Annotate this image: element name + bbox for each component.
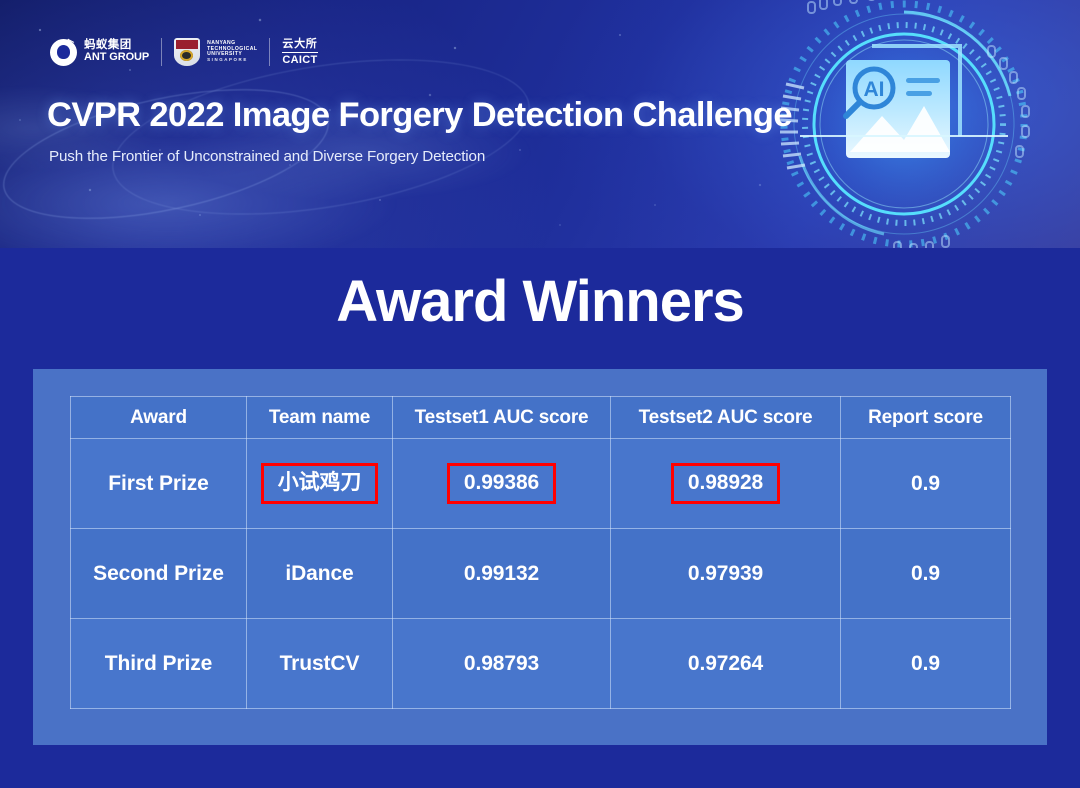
cell-team-first: 小试鸡刀 bbox=[246, 438, 393, 529]
caict-logo: 云大所 CAICT bbox=[282, 38, 318, 66]
logo-divider-1 bbox=[161, 38, 163, 66]
testset1-score-highlight: 0.99386 bbox=[446, 463, 557, 504]
ai-image-detection-icon: AI bbox=[776, 0, 1032, 248]
ntu-label-line4: SINGAPORE bbox=[207, 57, 248, 63]
cell-testset2-second: 0.97939 bbox=[610, 528, 841, 619]
team-name-highlight: 小试鸡刀 bbox=[260, 463, 379, 504]
awards-table-head: Award Team name Testset1 AUC score Tests… bbox=[70, 396, 1011, 439]
particle-wave-decoration bbox=[0, 38, 700, 248]
ant-group-logo-text: 蚂蚁集团 ANT GROUP bbox=[84, 39, 150, 64]
logo-divider-2 bbox=[269, 38, 271, 66]
ant-group-mark-icon bbox=[50, 38, 77, 66]
column-header-testset2: Testset2 AUC score bbox=[610, 396, 841, 439]
sponsor-logos: 蚂蚁集团 ANT GROUP NANYANG TECHNOLOGICAL UNI… bbox=[50, 38, 318, 66]
column-header-award: Award bbox=[70, 396, 247, 439]
cell-report-second: 0.9 bbox=[840, 528, 1011, 619]
testset1-score: 0.99132 bbox=[463, 561, 540, 585]
team-name: iDance bbox=[285, 561, 354, 585]
caict-label-cn: 云大所 bbox=[282, 38, 318, 53]
cell-testset1-second: 0.99132 bbox=[392, 528, 611, 619]
awards-table-body: First Prize 小试鸡刀 0.99386 0.98928 0.9 Sec… bbox=[70, 438, 1011, 709]
report-score: 0.9 bbox=[911, 471, 940, 495]
column-header-team: Team name bbox=[246, 396, 393, 439]
cell-testset1-first: 0.99386 bbox=[392, 438, 611, 529]
award-label: First Prize bbox=[108, 471, 209, 495]
awards-table-container: Award Team name Testset1 AUC score Tests… bbox=[70, 396, 1011, 709]
poster-page: 蚂蚁集团 ANT GROUP NANYANG TECHNOLOGICAL UNI… bbox=[0, 0, 1080, 788]
testset2-score-highlight: 0.98928 bbox=[670, 463, 781, 504]
caict-logo-text: 云大所 CAICT bbox=[282, 38, 318, 66]
cell-award-third: Third Prize bbox=[70, 618, 247, 709]
header-banner: 蚂蚁集团 ANT GROUP NANYANG TECHNOLOGICAL UNI… bbox=[0, 0, 1080, 248]
team-name: TrustCV bbox=[279, 651, 360, 675]
report-score: 0.9 bbox=[911, 561, 940, 585]
cell-report-first: 0.9 bbox=[840, 438, 1011, 529]
cell-testset2-third: 0.97264 bbox=[610, 618, 841, 709]
ntu-crest-icon bbox=[174, 38, 201, 66]
ntu-logo-text: NANYANG TECHNOLOGICAL UNIVERSITY SINGAPO… bbox=[207, 40, 257, 63]
table-row: Second Prize iDance 0.99132 0.97939 0.9 bbox=[70, 528, 1011, 619]
page-title: Award Winners bbox=[336, 269, 745, 334]
cell-testset2-first: 0.98928 bbox=[610, 438, 841, 529]
cell-award-first: First Prize bbox=[70, 438, 247, 529]
table-header-row: Award Team name Testset1 AUC score Tests… bbox=[70, 396, 1011, 439]
cell-team-second: iDance bbox=[246, 528, 393, 619]
caict-label-en: CAICT bbox=[282, 53, 318, 66]
results-panel: Award Team name Testset1 AUC score Tests… bbox=[33, 369, 1047, 745]
column-header-report: Report score bbox=[840, 396, 1011, 439]
award-label: Second Prize bbox=[93, 561, 224, 585]
cell-report-third: 0.9 bbox=[840, 618, 1011, 709]
cell-award-second: Second Prize bbox=[70, 528, 247, 619]
ntu-logo: NANYANG TECHNOLOGICAL UNIVERSITY SINGAPO… bbox=[174, 38, 257, 66]
challenge-title: CVPR 2022 Image Forgery Detection Challe… bbox=[47, 96, 793, 134]
testset2-score: 0.97939 bbox=[687, 561, 764, 585]
column-header-testset1: Testset1 AUC score bbox=[392, 396, 611, 439]
awards-table: Award Team name Testset1 AUC score Tests… bbox=[70, 396, 1011, 709]
table-row: Third Prize TrustCV 0.98793 0.97264 0.9 bbox=[70, 618, 1011, 709]
ai-text-label: AI bbox=[864, 78, 885, 101]
cell-testset1-third: 0.98793 bbox=[392, 618, 611, 709]
table-row: First Prize 小试鸡刀 0.99386 0.98928 0.9 bbox=[70, 438, 1011, 529]
testset1-score: 0.98793 bbox=[463, 651, 540, 675]
award-label: Third Prize bbox=[104, 651, 213, 675]
cell-team-third: TrustCV bbox=[246, 618, 393, 709]
report-score: 0.9 bbox=[911, 651, 940, 675]
testset2-score: 0.97264 bbox=[687, 651, 764, 675]
challenge-subtitle: Push the Frontier of Unconstrained and D… bbox=[49, 148, 486, 165]
ant-group-label-en: ANT GROUP bbox=[84, 51, 150, 64]
ant-group-logo: 蚂蚁集团 ANT GROUP bbox=[50, 38, 150, 66]
